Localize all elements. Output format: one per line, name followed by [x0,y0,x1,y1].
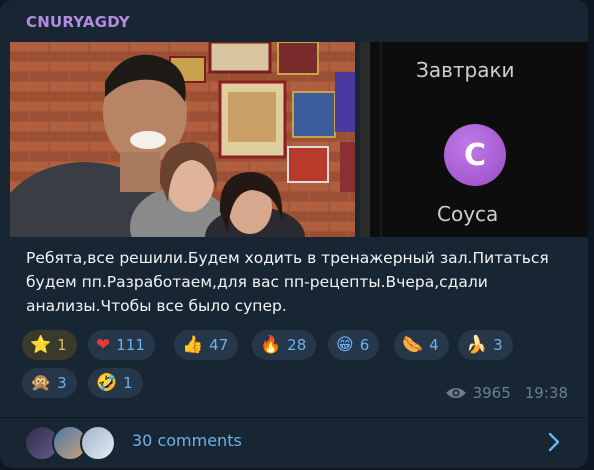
reaction-count: 1 [123,374,133,392]
reaction-hotdog[interactable]: 🌭 4 [394,330,449,360]
post-photo-selfie[interactable] [10,42,355,237]
reaction-grin[interactable]: 😁 6 [328,330,380,360]
message-text: Ребята,все решили.Будем ходить в тренаже… [26,249,549,315]
message-meta: 3965 19:38 [445,384,568,402]
comments-link[interactable]: 30 comments [132,431,242,450]
screenshot-edge [360,42,370,237]
sauce-icon-letter: С [463,137,487,173]
reaction-count: 47 [209,336,229,354]
sauce-app-icon: С [444,124,506,186]
message-time: 19:38 [524,384,568,402]
monkey-icon: 🙊 [30,373,52,393]
chevron-right-icon[interactable] [548,432,560,452]
star-icon: ⭐ [30,335,52,355]
fire-icon: 🔥 [260,335,282,355]
reaction-count: 111 [116,336,145,354]
reaction-count: 6 [359,336,370,354]
reaction-star[interactable]: ⭐ 1 [22,330,77,360]
commenter-avatars [24,425,120,461]
banana-icon: 🍌 [466,335,488,355]
view-count: 3965 [472,384,511,402]
screenshot-title: Завтраки [416,58,515,82]
heart-icon: ❤ [96,335,111,355]
message-bubble: CNURYAGDY Завтраки С Соуса Ребята,все ре… [0,0,588,468]
grin-icon: 😁 [336,335,354,355]
reaction-rofl[interactable]: 🤣 1 [88,368,143,398]
post-photo-screenshot[interactable]: Завтраки С Соуса [360,42,588,237]
reaction-banana[interactable]: 🍌 3 [458,330,513,360]
rofl-icon: 🤣 [96,373,118,393]
reaction-thumbs-up[interactable]: 👍 47 [174,330,239,360]
reaction-fire[interactable]: 🔥 28 [252,330,317,360]
comments-bar[interactable]: 30 comments [0,418,588,468]
eye-icon [445,388,466,398]
reaction-count: 4 [429,336,439,354]
channel-name[interactable]: CNURYAGDY [26,13,130,31]
thumbs-up-icon: 👍 [182,335,204,355]
reaction-count: 1 [57,336,67,354]
reaction-count: 3 [493,336,503,354]
screenshot-label: Соуса [437,202,499,226]
selfie-photo-illustration [10,42,355,237]
avatar [80,425,116,461]
reaction-count: 3 [57,374,67,392]
reaction-heart[interactable]: ❤ 111 [88,330,155,360]
hotdog-icon: 🌭 [402,335,424,355]
reaction-count: 28 [287,336,307,354]
reaction-monkey[interactable]: 🙊 3 [22,368,77,398]
